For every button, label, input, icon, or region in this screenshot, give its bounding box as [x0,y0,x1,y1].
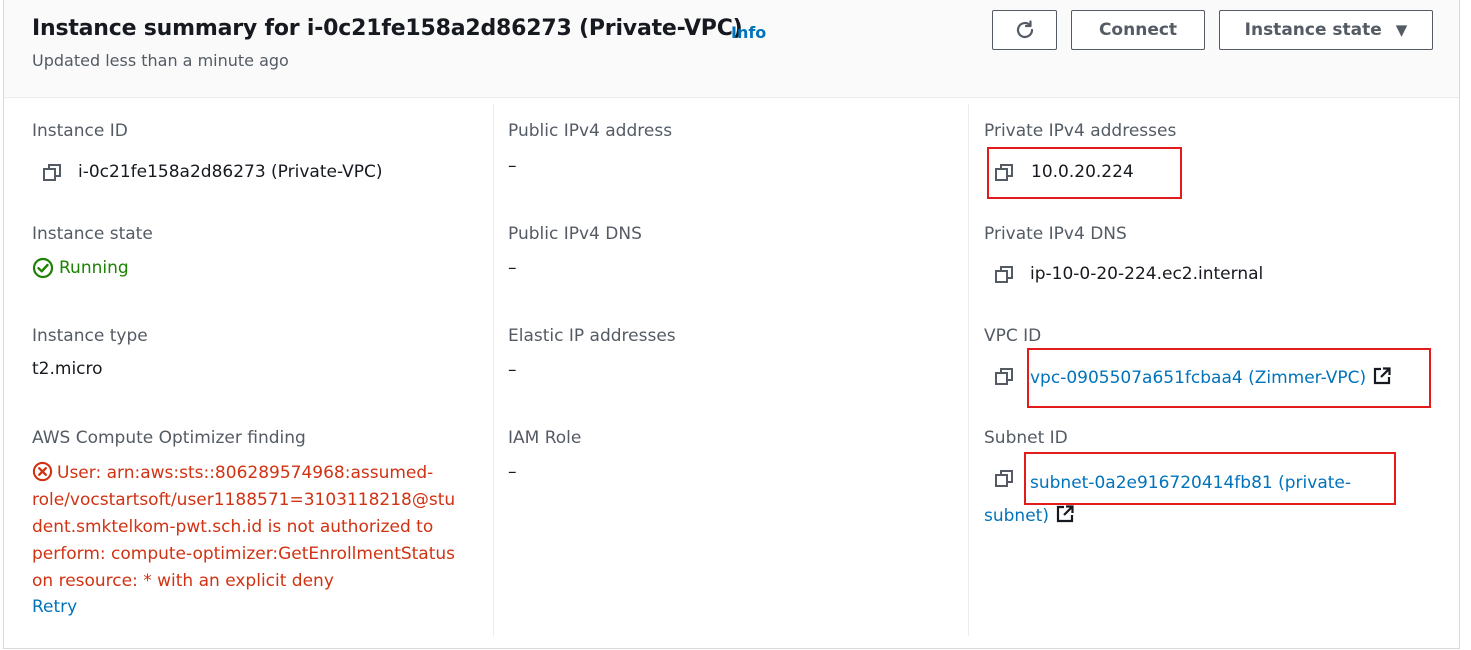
external-link-icon [1056,505,1074,523]
public-ipv4-dns-value: – [508,258,517,278]
info-link[interactable]: Info [731,23,766,42]
private-ipv4-addresses-value: 10.0.20.224 [1031,162,1134,182]
instance-state-label: Instance state [1244,20,1382,40]
instance-id-value: i-0c21fe158a2d86273 (Private-VPC) [78,162,383,182]
instance-state-dropdown[interactable]: Instance state ▼ [1219,10,1433,50]
connect-label: Connect [1098,20,1178,40]
error-line: on resource: * with an explicit deny [32,571,334,591]
elastic-ip-label: Elastic IP addresses [508,326,676,346]
instance-state-field-label: Instance state [32,224,153,244]
vpc-id-link[interactable]: vpc-0905507a651fcbaa4 (Zimmer-VPC) [1030,366,1392,388]
error-line: dent.smktelkom-pwt.sch.id is not authori… [32,517,434,537]
instance-state-status: Running [32,257,129,279]
instance-summary-panel: Instance summary for i-0c21fe158a2d86273… [3,0,1460,649]
error-line: User: arn:aws:sts::806289574968:assumed- [32,460,482,487]
refresh-button[interactable] [992,10,1057,50]
elastic-ip-value: – [508,360,517,380]
copy-icon[interactable] [994,162,1016,184]
public-ipv4-dns-label: Public IPv4 DNS [508,224,642,244]
refresh-icon [1016,20,1033,39]
instance-id-label: Instance ID [32,121,128,141]
x-circle-icon [32,461,53,482]
column-divider [493,104,494,636]
copy-icon[interactable] [994,264,1016,286]
error-line: role/vocstartsoft/user1188571=3103118218… [32,490,456,510]
private-ipv4-dns-label: Private IPv4 DNS [984,224,1127,244]
compute-optimizer-error: User: arn:aws:sts::806289574968:assumed-… [32,460,482,595]
compute-optimizer-label: AWS Compute Optimizer finding [32,428,306,448]
column-divider [968,104,969,636]
vpc-id-label: VPC ID [984,326,1042,346]
page-title: Instance summary for i-0c21fe158a2d86273… [32,16,743,41]
retry-link[interactable]: Retry [32,597,77,617]
iam-role-label: IAM Role [508,428,582,448]
instance-type-label: Instance type [32,326,148,346]
public-ipv4-address-label: Public IPv4 address [508,121,673,141]
public-ipv4-address-value: – [508,156,517,176]
error-line: perform: compute-optimizer:GetEnrollment… [32,544,456,564]
check-circle-icon [32,257,54,279]
private-ipv4-addresses-label: Private IPv4 addresses [984,121,1177,141]
connect-button[interactable]: Connect [1071,10,1205,50]
subnet-id-label: Subnet ID [984,428,1068,448]
private-ipv4-dns-value: ip-10-0-20-224.ec2.internal [1030,264,1264,284]
iam-role-value: – [508,462,517,482]
copy-icon[interactable] [42,162,64,184]
copy-icon[interactable] [994,366,1016,388]
instance-type-value: t2.micro [32,359,103,379]
summary-header: Instance summary for i-0c21fe158a2d86273… [4,0,1459,98]
external-link-icon [1373,367,1391,385]
subnet-id-link[interactable]: subnet-0a2e916720414fb81 (private- subne… [984,467,1404,533]
caret-down-icon: ▼ [1395,21,1408,39]
updated-timestamp: Updated less than a minute ago [32,51,289,70]
instance-state-value: Running [59,258,129,278]
